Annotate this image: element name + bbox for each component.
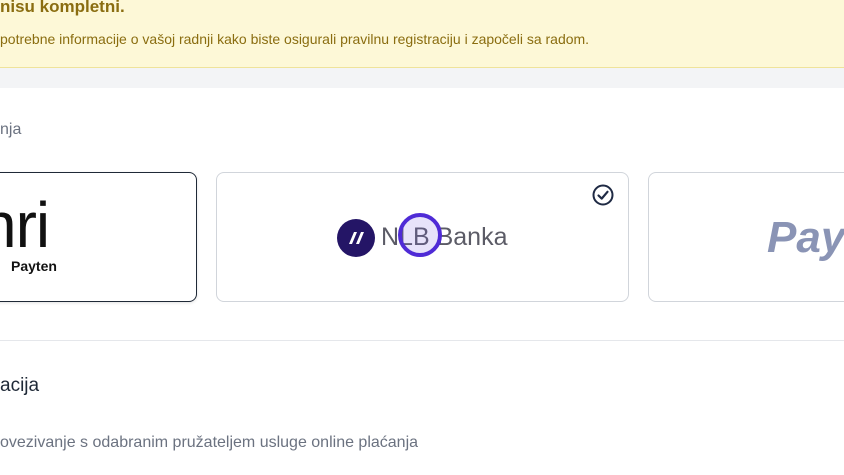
nlb-wordmark-suffix: Banka (436, 223, 508, 251)
banner-text: potrebne informacije o vašoj radnji kako… (0, 31, 590, 47)
payten-logo: Payten (11, 258, 57, 274)
provider-card-paypal[interactable]: Pay (648, 172, 844, 302)
integration-description: ovezivanje s odabranim pružateljem uslug… (0, 434, 419, 451)
nlb-logo-icon (337, 219, 375, 257)
payment-section-label: nja (0, 121, 22, 138)
banner-title: nisu kompletni. (0, 0, 125, 16)
provider-card-monri[interactable]: nri Payten (0, 172, 197, 302)
click-indicator (398, 213, 442, 257)
banner-spacer (0, 68, 844, 88)
section-divider (0, 340, 844, 341)
paypal-logo: Pay (767, 213, 844, 262)
incomplete-info-banner: nisu kompletni. potrebne informacije o v… (0, 0, 844, 68)
monri-logo: nri (0, 189, 50, 261)
selected-check-icon (592, 184, 614, 206)
integration-title: acija (0, 375, 40, 396)
